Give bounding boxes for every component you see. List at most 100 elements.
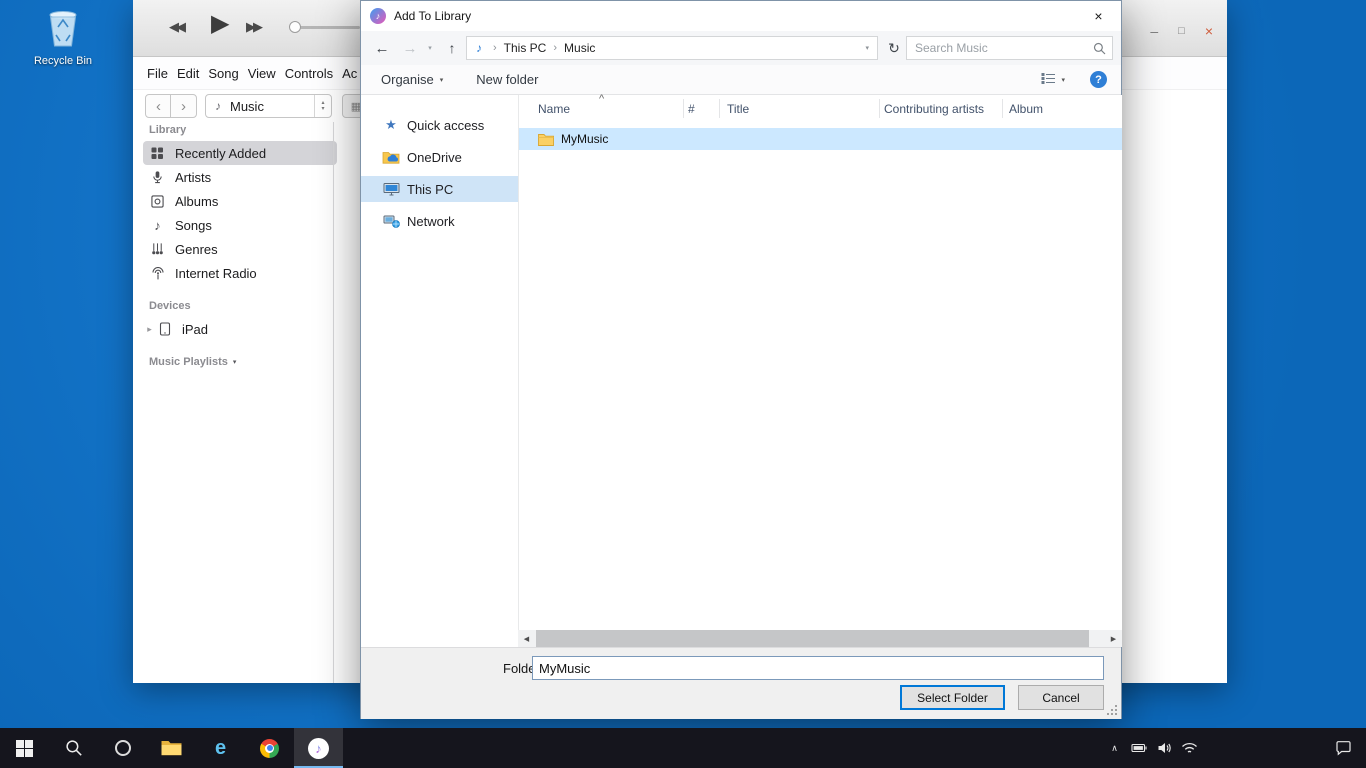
- file-row-mymusic[interactable]: MyMusic: [519, 128, 1122, 150]
- search-input[interactable]: [907, 41, 1086, 55]
- close-icon[interactable]: ×: [1205, 23, 1213, 39]
- nav-item-network[interactable]: Network: [361, 208, 518, 234]
- nav-item-label: Network: [407, 214, 455, 229]
- maximize-icon[interactable]: □: [1178, 25, 1185, 37]
- taskbar-internet-explorer-button[interactable]: e: [196, 728, 245, 768]
- media-kind-stepper[interactable]: ▴ ▾: [314, 95, 331, 117]
- sidebar-item-label: Genres: [175, 242, 218, 257]
- folder-name-input[interactable]: [532, 656, 1104, 680]
- address-bar[interactable]: ♪ › This PC › Music ▾: [466, 36, 878, 60]
- folder-icon: [538, 133, 554, 146]
- chrome-icon: [260, 739, 279, 758]
- nav-item-this-pc[interactable]: This PC: [361, 176, 518, 202]
- dialog-title: Add To Library: [394, 9, 471, 23]
- organise-menu-button[interactable]: Organise ▾: [381, 72, 443, 87]
- dialog-titlebar: ♪ Add To Library: [361, 1, 1121, 31]
- menu-controls[interactable]: Controls: [285, 66, 333, 81]
- sidebar-item-label: iPad: [182, 322, 208, 337]
- devices-header: Devices: [149, 300, 337, 312]
- sidebar-item-genres[interactable]: Genres: [143, 237, 337, 261]
- start-button[interactable]: [0, 728, 49, 768]
- cancel-button[interactable]: Cancel: [1018, 685, 1104, 710]
- chevron-down-icon: ▾: [440, 76, 444, 84]
- network-wifi-icon[interactable]: [1177, 742, 1202, 755]
- menu-view[interactable]: View: [248, 66, 276, 81]
- column-header-contributing-artists[interactable]: Contributing artists: [884, 102, 984, 116]
- back-button[interactable]: ←: [369, 31, 395, 65]
- recycle-bin-icon: [41, 6, 85, 50]
- nav-item-label: OneDrive: [407, 150, 462, 165]
- scroll-left-icon[interactable]: ◀: [518, 630, 535, 647]
- scrollbar-thumb[interactable]: [536, 630, 1089, 647]
- volume-slider-knob[interactable]: [289, 21, 301, 33]
- menu-account[interactable]: Ac: [342, 66, 357, 81]
- chevron-right-icon[interactable]: ▸: [143, 324, 156, 335]
- action-center-icon[interactable]: [1320, 740, 1366, 756]
- help-icon[interactable]: ?: [1090, 71, 1107, 88]
- menu-edit[interactable]: Edit: [177, 66, 199, 81]
- sidebar-item-songs[interactable]: ♪ Songs: [143, 213, 337, 237]
- refresh-icon[interactable]: ↻: [881, 31, 907, 65]
- menu-file[interactable]: File: [147, 66, 168, 81]
- taskbar-file-explorer-button[interactable]: [147, 728, 196, 768]
- fast-forward-button[interactable]: ▶▶: [246, 19, 260, 35]
- music-playlists-header[interactable]: Music Playlists ▾: [149, 356, 337, 368]
- menu-song[interactable]: Song: [208, 66, 238, 81]
- sidebar-item-ipad[interactable]: ▸ iPad: [143, 317, 337, 341]
- breadcrumb-music[interactable]: Music: [559, 41, 600, 55]
- resize-grip[interactable]: [1106, 704, 1117, 715]
- taskbar-cortana-button[interactable]: [98, 728, 147, 768]
- ipad-icon: [156, 322, 173, 336]
- nav-item-onedrive[interactable]: OneDrive: [361, 144, 518, 170]
- forward-button[interactable]: →: [398, 31, 422, 65]
- scroll-right-icon[interactable]: ▶: [1105, 630, 1122, 647]
- search-icon[interactable]: [1086, 42, 1112, 55]
- rewind-button[interactable]: ◀◀: [169, 19, 183, 35]
- history-forward-button[interactable]: ›: [170, 94, 197, 118]
- sidebar-divider: [333, 122, 334, 683]
- history-back-button[interactable]: ‹: [145, 94, 172, 118]
- change-view-icon[interactable]: [1041, 72, 1056, 88]
- play-button[interactable]: ▶: [211, 9, 229, 38]
- sidebar-item-albums[interactable]: Albums: [143, 189, 337, 213]
- volume-icon[interactable]: [1152, 741, 1177, 755]
- sidebar-item-artists[interactable]: Artists: [143, 165, 337, 189]
- taskbar-itunes-button[interactable]: ♪: [294, 728, 343, 768]
- battery-icon[interactable]: [1127, 742, 1152, 754]
- file-list: Name ^ # Title Contributing artists Albu…: [518, 95, 1122, 647]
- column-header-name[interactable]: Name: [538, 102, 570, 116]
- tray-expand-icon[interactable]: ∧: [1102, 743, 1127, 754]
- taskbar-chrome-button[interactable]: [245, 728, 294, 768]
- cortana-icon: [115, 740, 131, 756]
- view-dropdown-icon[interactable]: ▾: [1061, 76, 1065, 84]
- column-header-title[interactable]: Title: [727, 102, 749, 116]
- up-button[interactable]: ↑: [440, 31, 464, 65]
- horizontal-scrollbar[interactable]: ◀ ▶: [518, 630, 1122, 647]
- internet-explorer-icon: e: [215, 737, 226, 760]
- recent-locations-dropdown[interactable]: ▾: [422, 31, 438, 65]
- grid-icon: [149, 147, 166, 160]
- album-icon: [149, 195, 166, 208]
- recycle-bin-shortcut[interactable]: Recycle Bin: [27, 6, 99, 67]
- toolbar-right-group: ▾ ?: [1041, 71, 1107, 88]
- volume-slider[interactable]: [290, 26, 360, 29]
- dialog-close-button[interactable]: ×: [1076, 1, 1121, 31]
- new-folder-button[interactable]: New folder: [476, 72, 538, 87]
- address-dropdown-icon[interactable]: ▾: [865, 44, 877, 52]
- nav-item-quick-access[interactable]: ★ Quick access: [361, 112, 518, 138]
- select-folder-button[interactable]: Select Folder: [900, 685, 1005, 710]
- breadcrumb-this-pc[interactable]: This PC: [499, 41, 552, 55]
- media-kind-selector[interactable]: ♪ Music ▴ ▾: [205, 94, 332, 118]
- search-icon: [65, 739, 83, 757]
- column-header-number[interactable]: #: [688, 102, 695, 116]
- column-header-album[interactable]: Album: [1009, 102, 1043, 116]
- minimize-icon[interactable]: –: [1150, 23, 1158, 39]
- sidebar-item-recently-added[interactable]: Recently Added: [143, 141, 337, 165]
- media-kind-label: Music: [230, 99, 264, 114]
- sidebar-item-internet-radio[interactable]: Internet Radio: [143, 261, 337, 285]
- taskbar-search-button[interactable]: [49, 728, 98, 768]
- sort-ascending-icon: ^: [599, 93, 604, 105]
- scrollbar-track[interactable]: [535, 630, 1105, 647]
- radio-tower-icon: [149, 267, 166, 280]
- sidebar-item-label: Recently Added: [175, 146, 266, 161]
